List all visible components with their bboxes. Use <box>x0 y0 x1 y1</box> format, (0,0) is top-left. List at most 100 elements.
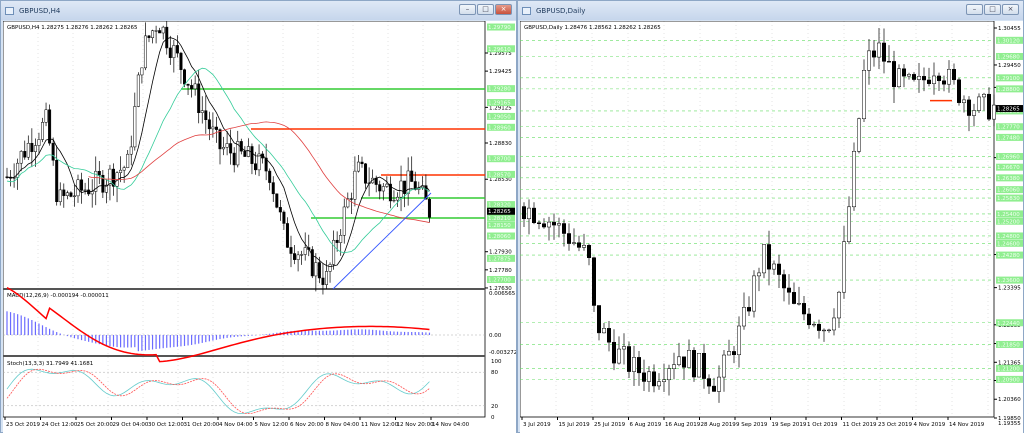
candle <box>702 353 706 379</box>
candle <box>285 223 289 248</box>
level-price-label: 1.25200 <box>997 219 1020 225</box>
candle <box>325 271 328 285</box>
candle <box>567 233 571 244</box>
candle <box>72 195 76 197</box>
candle <box>952 69 956 81</box>
candle <box>229 143 233 154</box>
candle <box>632 357 636 372</box>
candle <box>922 76 926 81</box>
candle <box>58 189 62 203</box>
candle <box>207 119 211 130</box>
candle <box>752 275 756 312</box>
candle <box>349 198 353 200</box>
candle <box>667 368 671 381</box>
candle <box>69 192 73 197</box>
candle <box>987 93 991 120</box>
candle <box>232 152 236 166</box>
candle <box>597 305 601 334</box>
candle <box>122 167 126 171</box>
maximize-button[interactable]: □ <box>477 4 494 15</box>
candle <box>385 183 389 187</box>
title-bar[interactable]: GBPUSD,H4 – □ × <box>1 1 516 20</box>
candle <box>982 93 986 98</box>
candle <box>396 196 399 201</box>
time-label: 15 Jul 2019 <box>559 422 591 428</box>
candle <box>607 328 611 343</box>
close-button[interactable]: × <box>495 4 512 15</box>
candle <box>592 257 596 306</box>
candle <box>172 45 176 58</box>
candle <box>542 223 546 228</box>
candle <box>642 372 646 382</box>
level-price-label: 1.27875 <box>488 256 511 262</box>
minimize-button[interactable]: – <box>459 4 476 15</box>
level-price-label: 1.29050 <box>488 114 511 120</box>
candle <box>617 348 621 364</box>
time-label: 14 Nov 04:00 <box>432 422 470 428</box>
candle <box>527 207 531 220</box>
candle <box>942 80 946 85</box>
price-label: 1.28830 <box>489 141 512 147</box>
chart-window-daily[interactable]: GBPUSD,Daily – □ × GBPUSD,Daily 1.28476 1.… <box>517 0 1024 433</box>
candle <box>328 264 332 272</box>
level-price-label: 1.25830 <box>997 196 1020 202</box>
h4-chart-canvas[interactable]: GBPUSD,H4 1.28275 1.28276 1.28262 1.2826… <box>3 21 516 433</box>
level-price-label: 1.20900 <box>997 377 1020 383</box>
daily-chart-canvas[interactable]: GBPUSD,Daily 1.28476 1.28562 1.28262 1.2… <box>520 21 1023 433</box>
candle <box>399 180 403 198</box>
candle <box>787 287 791 293</box>
level-price-label: 1.28960 <box>488 125 511 131</box>
candle <box>797 303 801 305</box>
level-price-label: 1.28800 <box>997 87 1020 93</box>
candle <box>427 199 431 218</box>
candle <box>812 323 816 326</box>
candle <box>275 193 279 208</box>
candle <box>300 254 304 256</box>
candle <box>289 247 293 254</box>
candle <box>246 146 250 157</box>
level-price-label: 1.28210 <box>488 216 511 222</box>
window-title: GBPUSD,H4 <box>19 6 61 15</box>
candle <box>332 239 336 265</box>
candle <box>532 207 536 224</box>
candle <box>83 189 87 191</box>
candle <box>847 206 851 242</box>
candle <box>522 206 526 220</box>
minimize-button[interactable]: – <box>966 4 983 15</box>
candle <box>364 163 368 184</box>
candle <box>186 83 190 86</box>
candle <box>682 356 686 368</box>
candle <box>817 323 821 331</box>
title-bar[interactable]: GBPUSD,Daily – □ × <box>518 1 1023 20</box>
candle <box>218 129 222 150</box>
chart-window-h4[interactable]: GBPUSD,H4 – □ × GBPUSD,H4 1.28275 1.28276 … <box>0 0 517 433</box>
candle <box>612 341 616 364</box>
candle <box>278 207 282 213</box>
level-price-label: 1.29165 <box>488 101 511 107</box>
level-price-label: 1.22440 <box>997 321 1020 327</box>
candle <box>129 146 133 155</box>
candle <box>962 99 966 103</box>
level-price-label: 1.26670 <box>997 165 1020 171</box>
stoch-scale-label: 80 <box>491 370 498 376</box>
candle <box>882 42 886 62</box>
macd-scale-label: 0.006565 <box>489 291 516 297</box>
time-label: 3 Jul 2019 <box>523 422 551 428</box>
time-label: 1 Oct 2019 <box>807 422 838 428</box>
candle <box>762 244 766 274</box>
time-label: 4 Nov 04:00 <box>219 422 253 428</box>
candle <box>947 69 951 85</box>
maximize-button[interactable]: □ <box>984 4 1001 15</box>
candle <box>582 245 586 248</box>
candle <box>857 118 861 152</box>
candle <box>672 364 676 369</box>
candle <box>912 74 916 80</box>
price-label: 1.29450 <box>998 63 1021 69</box>
candle <box>782 274 786 289</box>
candle <box>165 26 169 49</box>
candle <box>154 30 158 32</box>
close-button[interactable]: × <box>1002 4 1019 15</box>
candle <box>637 357 641 374</box>
plot-border <box>520 21 995 418</box>
candle <box>41 122 44 140</box>
